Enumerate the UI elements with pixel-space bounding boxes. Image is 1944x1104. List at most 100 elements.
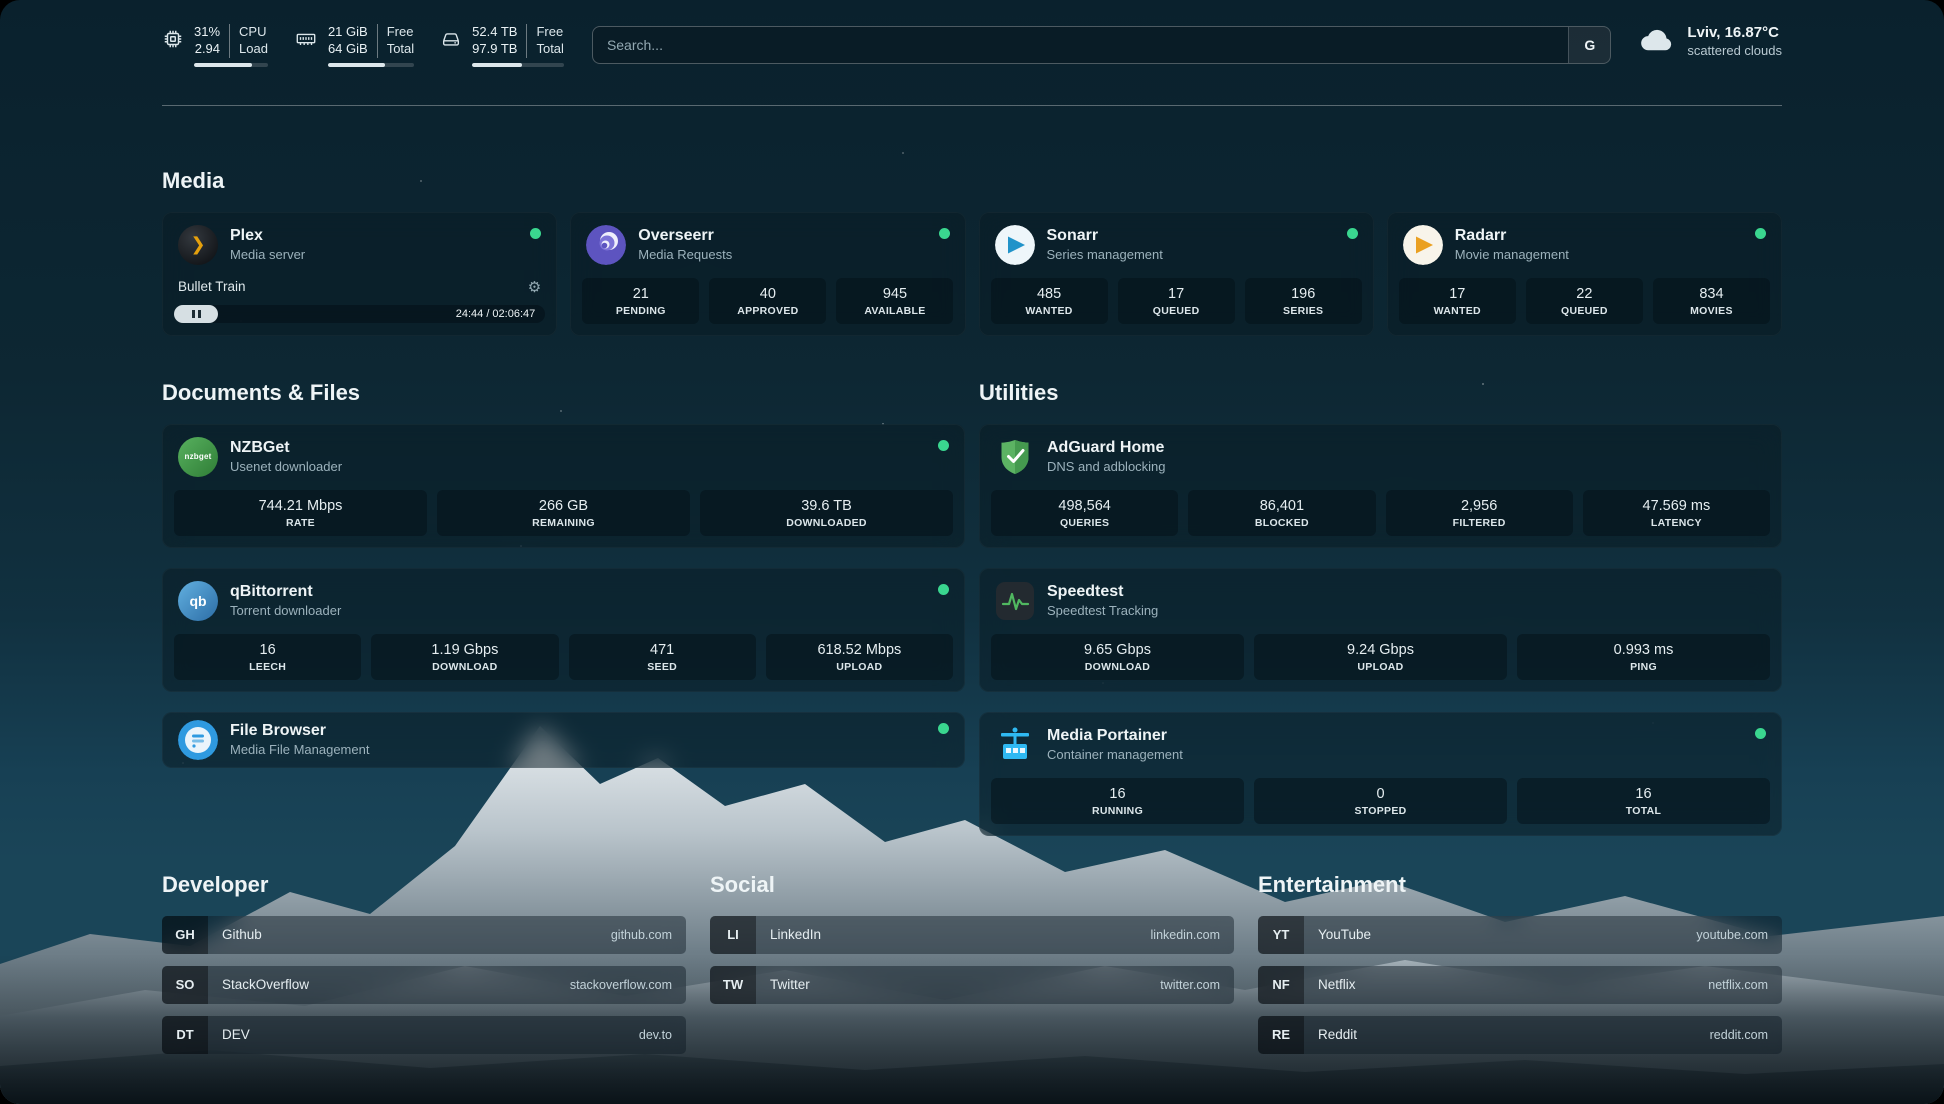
service-name: NZBGet	[230, 439, 342, 457]
cpu-progress-bar	[194, 63, 268, 67]
service-card-radarr[interactable]: Radarr Movie management 17 WANTED 22 QUE…	[1387, 212, 1782, 336]
topbar-divider	[162, 105, 1782, 106]
overseerr-stat-available: 945 AVAILABLE	[836, 278, 953, 324]
bookmark-dev[interactable]: DT DEV dev.to	[162, 1016, 686, 1054]
bookmark-twitter[interactable]: TW Twitter twitter.com	[710, 966, 1234, 1004]
cpu-widget: 31% 2.94 CPU Load	[162, 24, 268, 67]
filebrowser-icon	[178, 720, 218, 760]
disk-total-label: Total	[536, 41, 563, 58]
nzbget-stat-downloaded: 39.6 TB DOWNLOADED	[700, 490, 953, 536]
disk-total-value: 97.9 TB	[472, 41, 517, 58]
pause-button[interactable]	[174, 305, 218, 323]
speedtest-stat-ping: 0.993 ms PING	[1517, 634, 1770, 680]
bookmark-youtube[interactable]: YT YouTube youtube.com	[1258, 916, 1782, 954]
documents-section-title: Documents & Files	[162, 380, 965, 406]
adguard-stat-latency: 47.569 ms LATENCY	[1583, 490, 1770, 536]
service-card-overseerr[interactable]: Overseerr Media Requests 21 PENDING 40 A…	[570, 212, 965, 336]
bookmark-name: Netflix	[1304, 977, 1356, 992]
adguard-stat-blocked: 86,401 BLOCKED	[1188, 490, 1375, 536]
service-subtitle: Series management	[1047, 247, 1163, 262]
service-card-sonarr[interactable]: Sonarr Series management 485 WANTED 17 Q…	[979, 212, 1374, 336]
bookmark-reddit[interactable]: RE Reddit reddit.com	[1258, 1016, 1782, 1054]
bookmark-domain: twitter.com	[1160, 978, 1234, 992]
memory-progress-fill	[328, 63, 385, 67]
service-card-portainer[interactable]: Media Portainer Container management 16 …	[979, 712, 1782, 836]
bookmark-domain: netflix.com	[1708, 978, 1782, 992]
bookmark-domain: reddit.com	[1710, 1028, 1782, 1042]
service-card-qbittorrent[interactable]: qb qBittorrent Torrent downloader 16 LEE…	[162, 568, 965, 692]
service-name: AdGuard Home	[1047, 439, 1166, 457]
status-indicator	[1755, 228, 1766, 239]
service-subtitle: DNS and adblocking	[1047, 459, 1166, 474]
bookmark-abbr: SO	[162, 966, 208, 1004]
portainer-stat-running: 16 RUNNING	[991, 778, 1244, 824]
bookmark-abbr: LI	[710, 916, 756, 954]
disk-free-value: 52.4 TB	[472, 24, 517, 41]
speedtest-icon	[995, 581, 1035, 621]
service-subtitle: Torrent downloader	[230, 603, 341, 618]
status-indicator	[1347, 228, 1358, 239]
bookmark-name: Twitter	[756, 977, 810, 992]
radarr-stat-queued: 22 QUEUED	[1526, 278, 1643, 324]
radarr-icon	[1403, 225, 1443, 265]
bookmark-linkedin[interactable]: LI LinkedIn linkedin.com	[710, 916, 1234, 954]
bookmark-name: Reddit	[1304, 1027, 1357, 1042]
service-name: File Browser	[230, 722, 369, 740]
bookmark-group-social: Social LI LinkedIn linkedin.com TW Twitt…	[710, 872, 1234, 1066]
cpu-load-label: Load	[239, 41, 268, 58]
service-name: Sonarr	[1047, 227, 1163, 245]
nzbget-stat-rate: 744.21 Mbps RATE	[174, 490, 427, 536]
service-name: Radarr	[1455, 227, 1569, 245]
topbar: 31% 2.94 CPU Load	[162, 0, 1782, 67]
memory-widget: 21 GiB 64 GiB Free Total	[294, 24, 414, 67]
status-indicator	[1755, 728, 1766, 739]
section-media: Media ❯ Plex Media server Bullet Train	[162, 168, 1782, 336]
service-name: Overseerr	[638, 227, 732, 245]
bookmark-abbr: GH	[162, 916, 208, 954]
overseerr-icon	[586, 225, 626, 265]
dashboard-window: 31% 2.94 CPU Load	[0, 0, 1944, 1104]
disk-free-label: Free	[536, 24, 563, 41]
speedtest-stat-upload: 9.24 Gbps UPLOAD	[1254, 634, 1507, 680]
service-subtitle: Container management	[1047, 747, 1183, 762]
sonarr-stat-queued: 17 QUEUED	[1118, 278, 1235, 324]
qbittorrent-stat-seed: 471 SEED	[569, 634, 756, 680]
service-card-filebrowser[interactable]: File Browser Media File Management	[162, 712, 965, 768]
bookmark-stackoverflow[interactable]: SO StackOverflow stackoverflow.com	[162, 966, 686, 1004]
memory-progress-bar	[328, 63, 414, 67]
bookmark-github[interactable]: GH Github github.com	[162, 916, 686, 954]
utilities-section-title: Utilities	[979, 380, 1782, 406]
service-card-nzbget[interactable]: nzbget NZBGet Usenet downloader 744.21 M…	[162, 424, 965, 548]
qbittorrent-stat-upload: 618.52 Mbps UPLOAD	[766, 634, 953, 680]
disk-progress-bar	[472, 63, 564, 67]
qbittorrent-icon: qb	[178, 581, 218, 621]
status-indicator	[938, 723, 949, 734]
service-subtitle: Media Requests	[638, 247, 732, 262]
plex-icon: ❯	[178, 225, 218, 265]
bookmark-domain: linkedin.com	[1151, 928, 1234, 942]
memory-free-value: 21 GiB	[328, 24, 368, 41]
qbittorrent-stat-download: 1.19 Gbps DOWNLOAD	[371, 634, 558, 680]
service-card-adguard[interactable]: AdGuard Home DNS and adblocking 498,564 …	[979, 424, 1782, 548]
bookmark-domain: stackoverflow.com	[570, 978, 686, 992]
gear-icon[interactable]: ⚙	[528, 278, 541, 296]
playback-progress-bar[interactable]: 24:44 / 02:06:47	[174, 305, 545, 323]
search-input[interactable]	[593, 27, 1568, 63]
weather-location: Lviv, 16.87°C	[1687, 24, 1782, 41]
service-card-speedtest[interactable]: Speedtest Speedtest Tracking 9.65 Gbps D…	[979, 568, 1782, 692]
search-bar: G	[592, 26, 1611, 64]
service-card-plex[interactable]: ❯ Plex Media server Bullet Train ⚙ 24:44	[162, 212, 557, 336]
bookmark-domain: youtube.com	[1696, 928, 1782, 942]
now-playing-title: Bullet Train	[178, 279, 246, 294]
bookmark-abbr: TW	[710, 966, 756, 1004]
cpu-icon	[162, 28, 184, 67]
search-provider-button[interactable]: G	[1568, 27, 1610, 63]
service-subtitle: Media File Management	[230, 742, 369, 757]
bookmark-name: DEV	[208, 1027, 250, 1042]
portainer-stat-stopped: 0 STOPPED	[1254, 778, 1507, 824]
bookmark-netflix[interactable]: NF Netflix netflix.com	[1258, 966, 1782, 1004]
memory-free-label: Free	[387, 24, 414, 41]
nzbget-icon: nzbget	[178, 437, 218, 477]
status-indicator	[939, 228, 950, 239]
developer-section-title: Developer	[162, 872, 686, 898]
